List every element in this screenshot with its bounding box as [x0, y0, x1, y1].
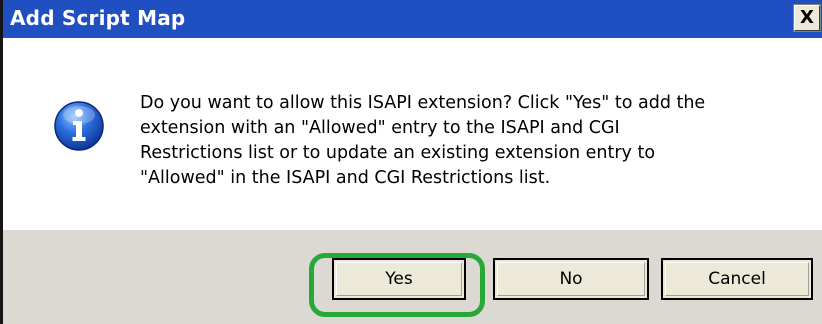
message-area: Do you want to allow this ISAPI extensio…: [3, 38, 822, 230]
message-line: Do you want to allow this ISAPI extensio…: [140, 93, 706, 113]
yes-button[interactable]: Yes: [332, 258, 466, 300]
add-script-map-dialog: Add Script Map X Do you want to allow th…: [0, 0, 822, 324]
dialog-title: Add Script Map: [10, 6, 186, 30]
message-text: Do you want to allow this ISAPI extensio…: [140, 91, 780, 191]
close-icon: X: [800, 7, 814, 28]
information-icon: [54, 101, 104, 151]
message-line: extension with an "Allowed" entry to the…: [140, 118, 620, 138]
no-button-label: No: [559, 269, 583, 289]
yes-button-label: Yes: [385, 269, 413, 289]
cancel-button-label: Cancel: [708, 269, 766, 289]
message-line: "Allowed" in the ISAPI and CGI Restricti…: [140, 168, 551, 188]
message-line: Restrictions list or to update an existi…: [140, 143, 656, 163]
title-bar[interactable]: Add Script Map X: [3, 0, 822, 38]
no-button[interactable]: No: [493, 258, 649, 300]
close-button[interactable]: X: [793, 4, 821, 32]
button-bar: Yes No Cancel: [3, 230, 822, 324]
cancel-button[interactable]: Cancel: [661, 258, 813, 300]
